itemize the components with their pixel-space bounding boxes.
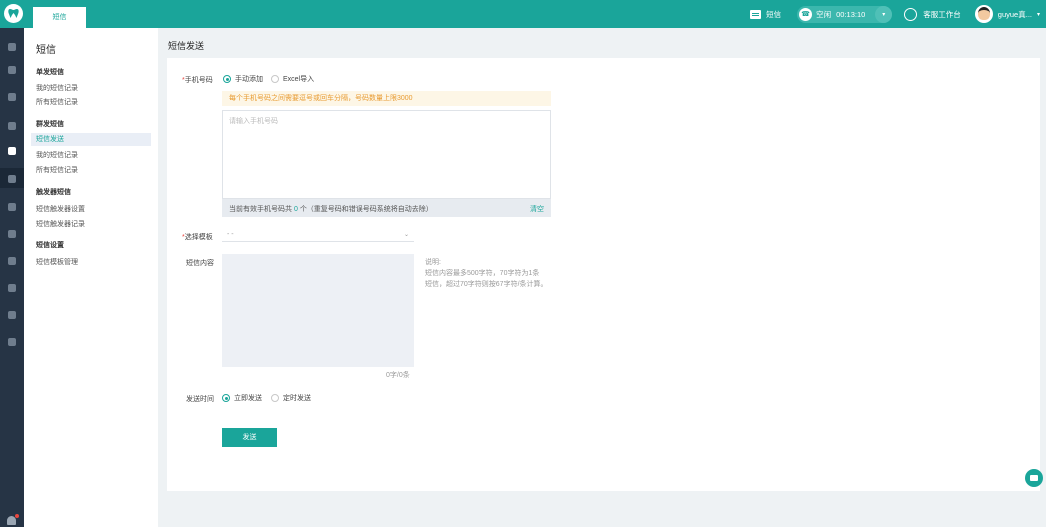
headset-icon	[904, 7, 918, 21]
radio-dot	[271, 75, 279, 83]
message-icon	[750, 9, 762, 19]
phone-count-value: 0	[293, 206, 298, 213]
workbench-link[interactable]: 客服工作台	[904, 7, 961, 21]
template-select[interactable]: - - ⌄	[222, 229, 414, 242]
gear-icon[interactable]	[8, 257, 16, 265]
phone-icon[interactable]	[8, 122, 16, 130]
user-menu[interactable]: guyue真... ▾	[974, 5, 1040, 23]
chevron-down-icon[interactable]: ▾	[875, 5, 893, 23]
top-sms-label: 短信	[766, 9, 782, 19]
radio-send-now[interactable]: 立即发送	[222, 393, 262, 403]
user-name: guyue真...	[997, 9, 1032, 19]
phone-placeholder: 请输入手机号码	[229, 118, 278, 125]
avatar	[974, 5, 993, 23]
nav-item-sms-send[interactable]: 短信发送	[31, 133, 151, 146]
user-icon[interactable]	[8, 338, 16, 346]
radio-manual[interactable]: 手动添加	[223, 74, 263, 84]
phone-input[interactable]: 请输入手机号码	[222, 110, 551, 199]
globe-icon[interactable]	[8, 311, 16, 319]
sms-icon[interactable]	[8, 147, 16, 155]
nav-item-my-bulk-records[interactable]: 我的短信记录	[36, 150, 78, 160]
nav-group-bulk: 群发短信	[36, 121, 64, 128]
nav-item-all-bulk-records[interactable]: 所有短信记录	[36, 165, 78, 175]
nav-item-all-single-records[interactable]: 所有短信记录	[36, 97, 78, 107]
phone-count-text: 当前有效手机号码共 0 个（重复号码和错误号码系统将自动去除）	[229, 206, 433, 213]
icon-rail	[0, 28, 24, 527]
sidenav-title: 短信	[36, 45, 56, 56]
chart-icon[interactable]	[8, 203, 16, 211]
status-label: 空闲	[816, 9, 832, 19]
radio-scheduled[interactable]: 定时发送	[271, 393, 311, 403]
radio-dot	[271, 394, 279, 402]
side-nav: 短信 单发短信 我的短信记录 所有短信记录 群发短信 短信发送 我的短信记录 所…	[24, 28, 158, 527]
radio-dot-checked	[223, 75, 231, 83]
nav-item-my-single-records[interactable]: 我的短信记录	[36, 83, 78, 93]
top-sms-link[interactable]: 短信	[750, 9, 781, 20]
send-time-label: 发送时间	[186, 396, 214, 403]
page-header: 短信发送	[158, 28, 1046, 58]
nav-group-settings: 短信设置	[36, 242, 64, 249]
nav-item-trigger-records[interactable]: 短信触发器记录	[36, 219, 85, 229]
phone-warning: 每个手机号码之间需要逗号或回车分隔，号码数量上限3000	[222, 91, 551, 106]
chat-fab[interactable]	[1025, 469, 1043, 487]
monitor-icon[interactable]	[8, 284, 16, 292]
apps-icon[interactable]	[8, 66, 16, 74]
search-icon[interactable]	[8, 230, 16, 238]
status-timer: 00:13:10	[836, 9, 866, 19]
chevron-down-icon: ⌄	[403, 232, 409, 238]
radio-dot-checked	[222, 394, 230, 402]
top-bar: 短信 短信 ☎ 空闲 00:13:10 ▾ 客服工作台 guyue真... ▾	[0, 0, 1046, 28]
nav-item-trigger-settings[interactable]: 短信触发器设置	[36, 204, 85, 214]
bell-icon[interactable]	[7, 514, 19, 525]
desc-line-2: 短信，超过70字符则按67字符/条计算。	[425, 281, 548, 288]
phone-label: *手机号码	[182, 77, 213, 84]
phone-icon: ☎	[799, 7, 813, 21]
template-value: - -	[227, 231, 234, 238]
content-description: 说明: 短信内容最多500字符，70字符为1条 短信，超过70字符则按67字符/…	[425, 257, 548, 290]
clear-button[interactable]: 清空	[530, 204, 544, 214]
workbench-label: 客服工作台	[923, 9, 961, 19]
content-label: 短信内容	[186, 260, 214, 267]
nav-group-trigger: 触发器短信	[36, 189, 71, 196]
chevron-down-icon: ▾	[1036, 11, 1040, 18]
chat-icon	[1030, 475, 1038, 481]
document-icon[interactable]	[8, 93, 16, 101]
desc-title: 说明:	[425, 259, 441, 266]
nav-item-template-manage[interactable]: 短信模板管理	[36, 257, 78, 267]
nav-group-single: 单发短信	[36, 69, 64, 76]
home-icon[interactable]	[8, 43, 16, 51]
top-right-area: 短信 ☎ 空闲 00:13:10 ▾ 客服工作台 guyue真... ▾	[750, 0, 1046, 28]
phone-count-bar: 当前有效手机号码共 0 个（重复号码和错误号码系统将自动去除） 清空	[222, 199, 551, 217]
tab-sms[interactable]: 短信	[33, 7, 86, 28]
page-title: 短信发送	[168, 41, 205, 51]
app-logo-icon[interactable]	[4, 4, 23, 23]
send-button[interactable]: 发送	[222, 428, 277, 447]
content-counter: 0字/0条	[386, 372, 410, 379]
desc-line-1: 短信内容最多500字符，70字符为1条	[425, 270, 540, 277]
contacts-icon[interactable]	[8, 175, 16, 183]
content-textarea[interactable]	[222, 254, 414, 367]
agent-status[interactable]: ☎ 空闲 00:13:10 ▾	[797, 5, 893, 23]
template-label: *选择模板	[182, 234, 213, 241]
radio-excel[interactable]: Excel导入	[271, 74, 314, 84]
